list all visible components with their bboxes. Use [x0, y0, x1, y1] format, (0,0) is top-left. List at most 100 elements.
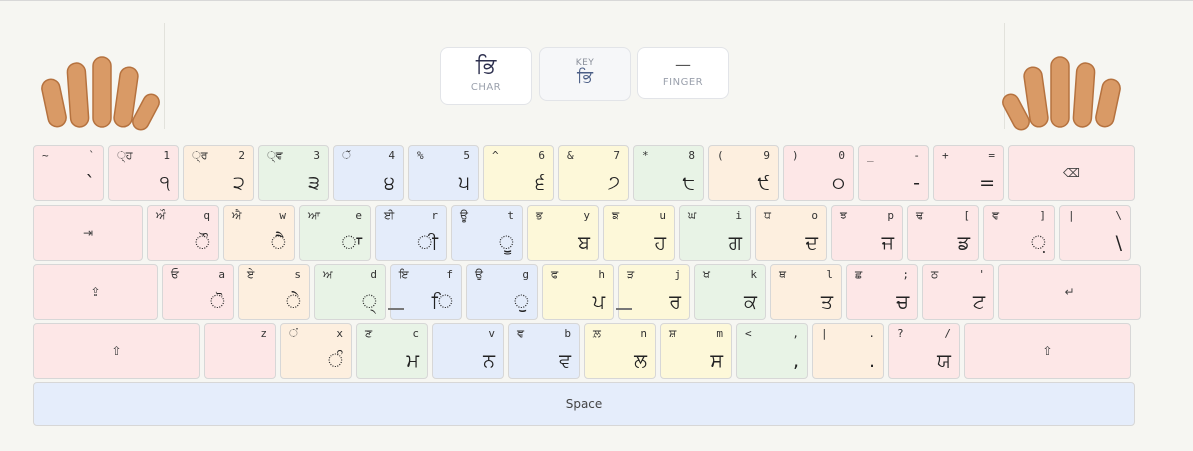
key-d[interactable]: ਅ d੍ — [314, 264, 386, 320]
home-row-bump — [616, 308, 632, 310]
key-main-label: ੦ — [832, 172, 845, 194]
key-latin-label: l — [826, 268, 833, 281]
char-value: ਭਿ — [475, 54, 497, 79]
key-main-label: ਜ — [881, 232, 894, 254]
tab-key[interactable]: ⇥ — [33, 205, 143, 261]
key-`[interactable]: ~ ` ` — [33, 145, 104, 201]
key-/[interactable]: ? / ਯ — [888, 323, 960, 379]
caps-lock-key[interactable]: ⇪ — [33, 264, 158, 320]
key-shift-label: ~ — [42, 149, 49, 162]
key-main-label: ੧ — [159, 172, 170, 194]
key-q[interactable]: ਔ qੌ — [147, 205, 219, 261]
key-main-label: . — [868, 350, 875, 372]
key-n[interactable]: ਲ਼ n ਲ — [584, 323, 656, 379]
key-f[interactable]: ਇ fਿ — [388, 264, 462, 320]
key-9[interactable]: (9 ੯ — [708, 145, 779, 201]
key-,[interactable]: <,, — [736, 323, 808, 379]
key-latin-label: [ — [963, 209, 970, 222]
key-x[interactable]: ◌ਂ xੰ — [280, 323, 352, 379]
key-shift-label: ਠ — [931, 268, 939, 281]
key-shift-label: ◌੍ਹ — [117, 149, 133, 162]
shift-key[interactable]: ⇧ — [964, 323, 1131, 379]
key-r[interactable]: ਈ rੀ — [375, 205, 447, 261]
key-main-label: ੬ — [535, 172, 545, 194]
home-row-bump — [388, 308, 404, 310]
key-main-label: ਲ — [634, 350, 647, 372]
key-y[interactable]: ਭ yਬ — [527, 205, 599, 261]
key-main-label: ੰ — [327, 350, 343, 372]
key--[interactable]: _ - - — [858, 145, 929, 201]
key-.[interactable]: |.. — [812, 323, 884, 379]
key-][interactable]: ਞ]਼ — [983, 205, 1055, 261]
key-latin-label: c — [412, 327, 419, 340]
key-i[interactable]: ਘ iਗ — [679, 205, 751, 261]
key-shift-label: ) — [792, 149, 799, 162]
key-6[interactable]: ^ 6 ੬ — [483, 145, 554, 201]
key-shift-label: ਸ਼ — [669, 327, 677, 340]
key-w[interactable]: ਐ wੈ — [223, 205, 295, 261]
key-3[interactable]: ◌੍ਵ 3 ੩ — [258, 145, 329, 201]
key-m[interactable]: ਸ਼ m ਸ — [660, 323, 732, 379]
key-p[interactable]: ਝ pਜ — [831, 205, 903, 261]
key-main-label: - — [913, 172, 920, 194]
left-hand-icon — [41, 56, 160, 131]
key-2[interactable]: ◌੍ਰ 2 ੨ — [183, 145, 254, 201]
key-main-label: ਗ — [728, 232, 742, 254]
key-shift-label: ਙ — [612, 209, 620, 222]
key-shift-label: ਞ — [517, 327, 525, 340]
key-latin-label: ] — [1039, 209, 1046, 222]
key-main-label: ੀ — [417, 232, 438, 254]
key-b[interactable]: ਞ bਵ — [508, 323, 580, 379]
backspace-key[interactable]: ⌫ — [1008, 145, 1135, 201]
key-latin-label: 7 — [613, 149, 620, 162]
key-k[interactable]: ਖ kਕ — [694, 264, 766, 320]
key-v[interactable]: vਨ — [432, 323, 504, 379]
key-main-label: = — [979, 172, 995, 194]
shift-key[interactable]: ⇧ — [33, 323, 200, 379]
key-shift-label: ਲ਼ — [593, 327, 601, 340]
key-main-label: ੌ — [194, 232, 210, 254]
key-z[interactable]: z — [204, 323, 276, 379]
key-8[interactable]: * 8 ੮ — [633, 145, 704, 201]
key-latin-label: 6 — [538, 149, 545, 162]
key-[[interactable]: ਢ [ਡ — [907, 205, 979, 261]
key-latin-label: d — [370, 268, 377, 281]
key-a[interactable]: ਓ aੋ — [162, 264, 234, 320]
key-shift-label: ਐ — [232, 209, 242, 222]
key-symbol: ⇪ — [90, 285, 101, 299]
key-\[interactable]: | \ \ — [1059, 205, 1131, 261]
key-j[interactable]: ੜ jਰ — [616, 264, 690, 320]
key-4[interactable]: ◌ੱ 4 ੪ — [333, 145, 404, 201]
key-latin-label: y — [583, 209, 590, 222]
key-h[interactable]: ਫ hਪ — [542, 264, 614, 320]
key-latin-label: w — [279, 209, 286, 222]
key-shift-label: ^ — [492, 149, 499, 162]
key-7[interactable]: & 7 ੭ — [558, 145, 629, 201]
key-latin-label: e — [355, 209, 362, 222]
key-c[interactable]: ਣ cਮ — [356, 323, 428, 379]
key-u[interactable]: ਙ uਹ — [603, 205, 675, 261]
key-main-label: ਸ — [710, 350, 723, 372]
key-e[interactable]: ਆ eਾ — [299, 205, 371, 261]
key-0[interactable]: ) 0 ੦ — [783, 145, 854, 201]
key-latin-label: h — [598, 268, 605, 281]
key-symbol: ⇧ — [1042, 344, 1053, 358]
key-g[interactable]: ਉ gੁ — [466, 264, 538, 320]
key-t[interactable]: ਊ tੂ — [451, 205, 523, 261]
enter-key[interactable]: ↵ — [998, 264, 1141, 320]
key-'[interactable]: ਠ ' ਟ — [922, 264, 994, 320]
key-latin-label: x — [336, 327, 343, 340]
key-=[interactable]: + = = — [933, 145, 1004, 201]
key-1[interactable]: ◌੍ਹ 1 ੧ — [108, 145, 179, 201]
key-o[interactable]: ਧ oਦ — [755, 205, 827, 261]
key-;[interactable]: ਛ; ਚ — [846, 264, 918, 320]
key-l[interactable]: ਥ lਤ — [770, 264, 842, 320]
key-main-label: ਦ — [805, 232, 818, 254]
key-latin-label: t — [507, 209, 514, 222]
key-latin-label: v — [488, 327, 495, 340]
key-main-label: ਬ — [578, 232, 590, 254]
space-key[interactable]: Space — [33, 382, 1135, 426]
key-s[interactable]: ਏ sੇ — [238, 264, 310, 320]
key-latin-label: s — [294, 268, 301, 281]
key-5[interactable]: % 5 ੫ — [408, 145, 479, 201]
